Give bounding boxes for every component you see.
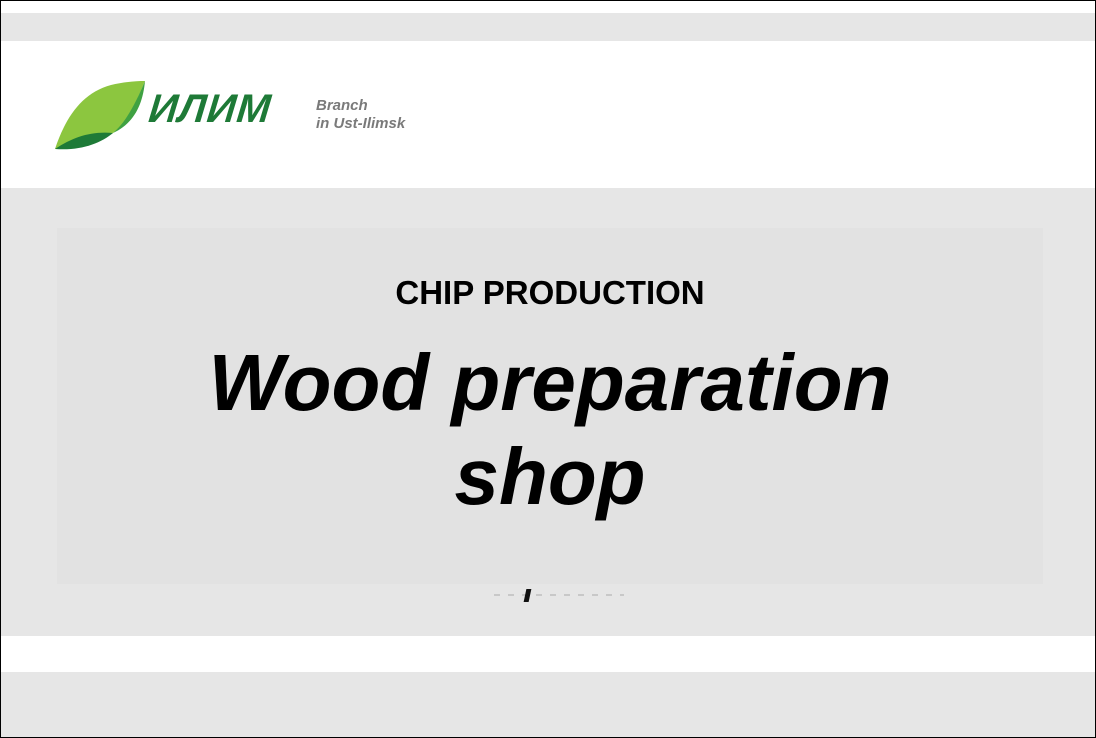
faint-dotted-line [494,594,624,596]
slide-subtitle: CHIP PRODUCTION [395,274,705,311]
company-logo: ИЛИМ Branch in Ust-Ilimsk [51,79,471,153]
title-band: CHIP PRODUCTION Wood preparation shop [1,188,1095,636]
logo-wordmark: ИЛИМ [146,87,274,131]
leaf-icon [55,81,145,150]
slide-title: Wood preparation shop [57,336,1043,524]
logo-subtitle: Branch in Ust-Ilimsk [316,97,405,133]
slide-title-line2: shop [454,432,646,521]
logo-subtitle-line2: in Ust-Ilimsk [316,115,406,132]
slide-title-line1: Wood preparation [208,338,892,427]
top-band [1,13,1095,41]
title-panel: CHIP PRODUCTION Wood preparation shop [57,228,1043,584]
slide: ИЛИМ Branch in Ust-Ilimsk CHIP PRODUCTIO… [0,0,1096,738]
logo-subtitle-line1: Branch [316,97,368,114]
bottom-band [1,672,1095,737]
